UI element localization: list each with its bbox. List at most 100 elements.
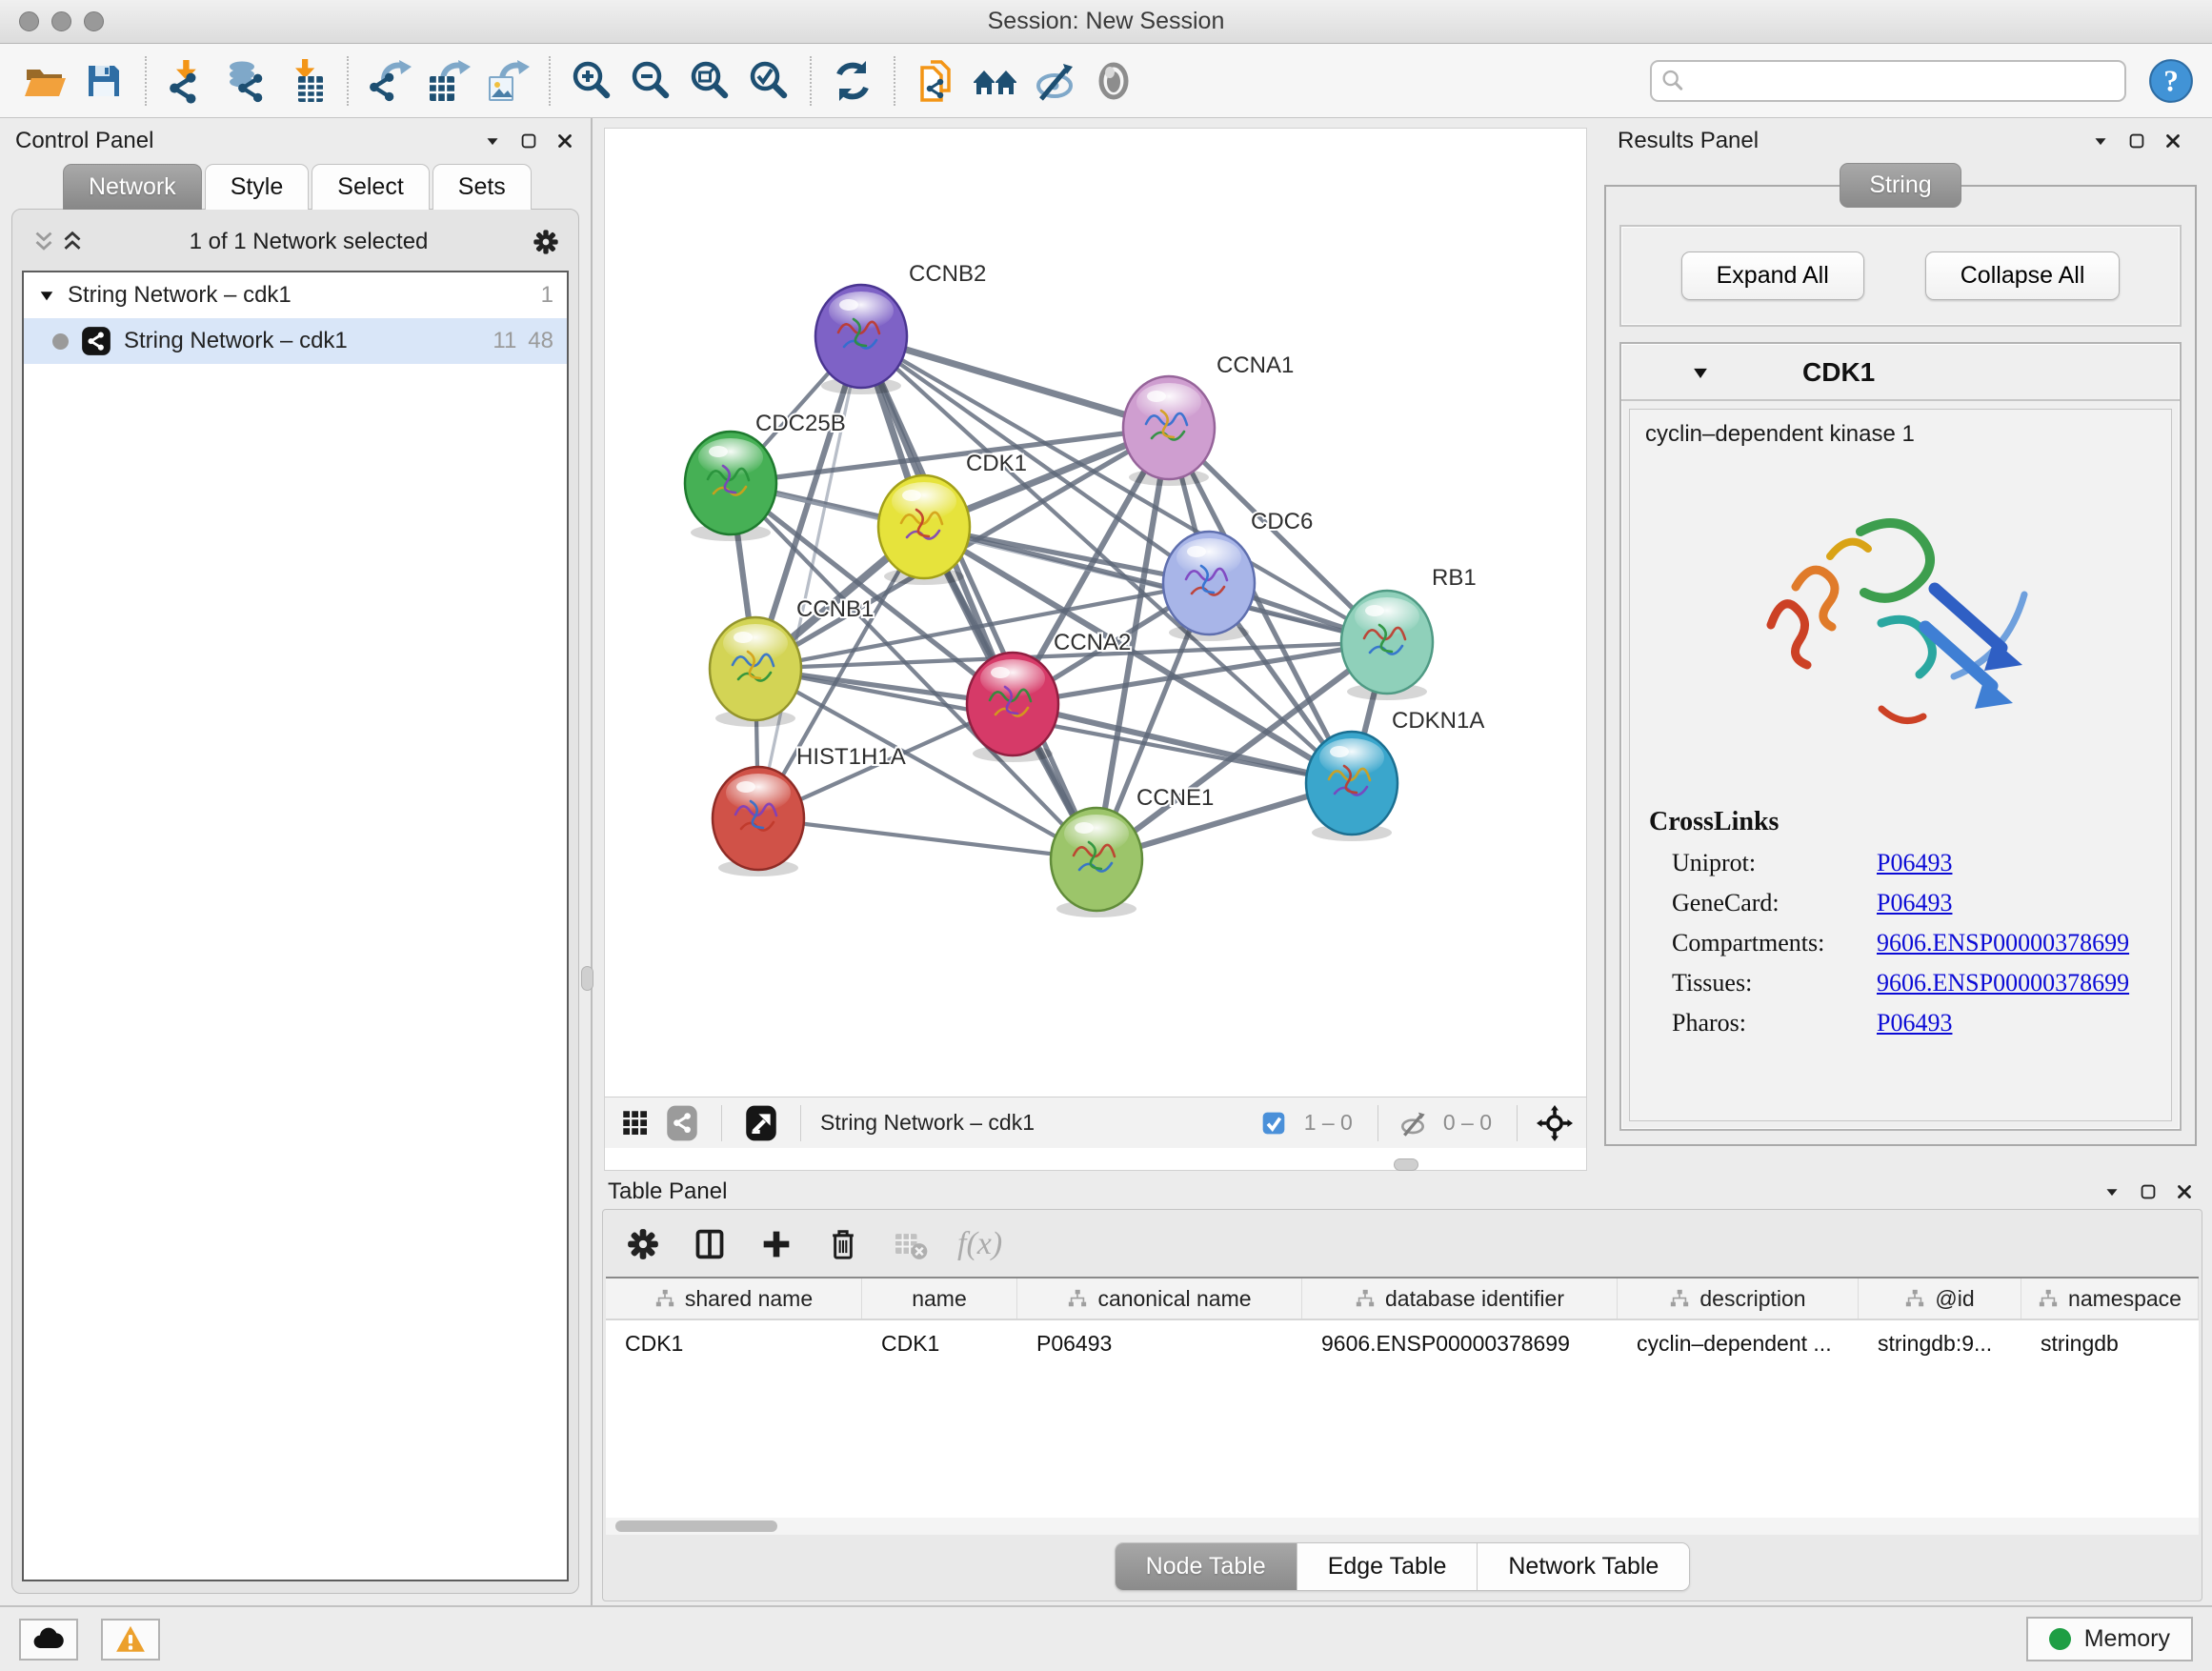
column-header-shared-name[interactable]: shared name <box>606 1278 862 1319</box>
fit-move-crosshair-icon[interactable] <box>1537 1105 1573 1141</box>
column-header-namespace[interactable]: namespace <box>2021 1278 2199 1319</box>
delete-row-trash-icon[interactable] <box>824 1225 862 1263</box>
float-table-icon[interactable] <box>2138 1181 2159 1202</box>
import-table-icon[interactable] <box>276 50 335 111</box>
table-splitter-handle[interactable] <box>1394 1158 1418 1171</box>
table-toolbar: f(x) <box>603 1210 2202 1277</box>
homes-icon[interactable] <box>966 50 1025 111</box>
import-network-icon[interactable] <box>158 50 217 111</box>
network-collection-row[interactable]: String Network – cdk1 1 <box>24 272 567 318</box>
column-header-name[interactable]: name <box>862 1278 1017 1319</box>
hide-nodes-icon[interactable] <box>1025 50 1084 111</box>
crosslink-link[interactable]: 9606.ENSP00000378699 <box>1877 929 2129 957</box>
tab-edge-table[interactable]: Edge Table <box>1297 1543 1478 1590</box>
preview-icon[interactable] <box>1084 50 1143 111</box>
table-cell[interactable]: 9606.ENSP00000378699 <box>1302 1331 1618 1357</box>
tab-sets[interactable]: Sets <box>432 164 532 210</box>
export-image-icon[interactable] <box>478 50 537 111</box>
tab-network[interactable]: Network <box>63 164 202 210</box>
save-icon[interactable] <box>74 50 133 111</box>
zoom-fit-icon[interactable] <box>680 50 739 111</box>
protein-section-header[interactable]: CDK1 <box>1621 344 2180 401</box>
grid-mode-icon[interactable] <box>618 1106 653 1140</box>
network-node-CCNB2[interactable] <box>815 285 907 394</box>
import-database-icon[interactable] <box>217 50 276 111</box>
table-cell[interactable]: stringdb:9... <box>1859 1331 2021 1357</box>
warnings-button[interactable] <box>101 1619 160 1661</box>
string-badge-icon[interactable] <box>662 1103 702 1143</box>
collapse-results-icon[interactable] <box>2090 131 2111 151</box>
network-status-dot <box>52 333 69 350</box>
open-folder-icon[interactable] <box>15 50 74 111</box>
section-caret-icon[interactable] <box>1690 362 1711 383</box>
network-node-CDKN1A[interactable] <box>1306 732 1398 841</box>
hidden-count: 0 – 0 <box>1443 1110 1492 1136</box>
tab-style[interactable]: Style <box>205 164 310 210</box>
table-cell[interactable]: CDK1 <box>862 1331 1017 1357</box>
network-node-HIST1H1A[interactable] <box>713 767 804 876</box>
network-node-CCNB1[interactable] <box>710 617 801 727</box>
network-row[interactable]: String Network – cdk1 11 48 <box>24 318 567 364</box>
column-header-description[interactable]: description <box>1618 1278 1859 1319</box>
tab-network-table[interactable]: Network Table <box>1478 1543 1689 1590</box>
expand-all-networks-icon[interactable] <box>30 228 58 256</box>
close-panel-icon[interactable] <box>554 131 575 151</box>
memory-button[interactable]: Memory <box>2026 1617 2193 1661</box>
crosslink-link[interactable]: P06493 <box>1877 889 1952 917</box>
column-header--id[interactable]: @id <box>1859 1278 2021 1319</box>
selected-checkbox-icon[interactable] <box>1258 1108 1289 1138</box>
node-label-CCNB1: CCNB1 <box>796 596 874 622</box>
network-node-CCNE1[interactable] <box>1051 808 1142 917</box>
tab-select[interactable]: Select <box>312 164 429 210</box>
close-results-icon[interactable] <box>2162 131 2183 151</box>
window-zoom-button[interactable] <box>84 11 104 31</box>
panel-splitter-handle[interactable] <box>581 966 593 991</box>
zoom-in-icon[interactable] <box>562 50 621 111</box>
network-node-CCNA1[interactable] <box>1123 376 1215 486</box>
table-cell[interactable]: P06493 <box>1017 1331 1302 1357</box>
search-input[interactable] <box>1650 60 2126 102</box>
show-columns-icon[interactable] <box>691 1225 729 1263</box>
collapse-table-icon[interactable] <box>2101 1181 2122 1202</box>
detach-view-icon[interactable] <box>741 1103 781 1143</box>
export-table-icon[interactable] <box>419 50 478 111</box>
zoom-out-icon[interactable] <box>621 50 680 111</box>
column-header-database-identifier[interactable]: database identifier <box>1302 1278 1618 1319</box>
network-canvas[interactable]: CCNB2CCNA1CDC25BCDK1CDC6RB1CCNB1CCNA2CDK… <box>605 129 1586 1097</box>
tab-string[interactable]: String <box>1840 163 1961 208</box>
collapse-panel-icon[interactable] <box>482 131 503 151</box>
close-table-icon[interactable] <box>2174 1181 2195 1202</box>
tab-node-table[interactable]: Node Table <box>1116 1543 1297 1590</box>
window-minimize-button[interactable] <box>51 11 71 31</box>
node-label-CCNA2: CCNA2 <box>1054 630 1131 655</box>
crosslink-link[interactable]: P06493 <box>1877 849 1952 877</box>
tree-caret-icon[interactable] <box>37 286 56 305</box>
float-results-icon[interactable] <box>2126 131 2147 151</box>
crosslink-link[interactable]: P06493 <box>1877 1009 1952 1037</box>
string-import-icon[interactable] <box>907 50 966 111</box>
column-header-canonical-name[interactable]: canonical name <box>1017 1278 1302 1319</box>
collapse-all-button[interactable]: Collapse All <box>1925 252 2121 300</box>
window-close-button[interactable] <box>19 11 39 31</box>
network-node-CDC25B[interactable] <box>685 432 776 541</box>
hscrollbar-thumb[interactable] <box>615 1520 777 1532</box>
collapse-all-networks-icon[interactable] <box>58 228 87 256</box>
add-column-icon[interactable] <box>757 1225 795 1263</box>
node-label-CDC6: CDC6 <box>1251 509 1313 534</box>
table-cell[interactable]: cyclin–dependent ... <box>1618 1331 1859 1357</box>
float-panel-icon[interactable] <box>518 131 539 151</box>
help-button[interactable]: ? <box>2145 55 2197 107</box>
table-cell[interactable]: CDK1 <box>606 1331 862 1357</box>
table-row[interactable]: CDK1CDK1P064939606.ENSP00000378699cyclin… <box>606 1320 2199 1366</box>
refresh-icon[interactable] <box>823 50 882 111</box>
table-gear-icon[interactable] <box>624 1225 662 1263</box>
cloud-button[interactable] <box>19 1619 78 1661</box>
network-node-RB1[interactable] <box>1341 591 1433 700</box>
crosslink-link[interactable]: 9606.ENSP00000378699 <box>1877 969 2129 997</box>
hidden-eye-slash-icon[interactable] <box>1398 1108 1428 1138</box>
network-options-gear-icon[interactable] <box>531 227 561 257</box>
export-network-icon[interactable] <box>360 50 419 111</box>
zoom-selected-icon[interactable] <box>739 50 798 111</box>
expand-all-button[interactable]: Expand All <box>1681 252 1864 300</box>
table-cell[interactable]: stringdb <box>2021 1331 2199 1357</box>
